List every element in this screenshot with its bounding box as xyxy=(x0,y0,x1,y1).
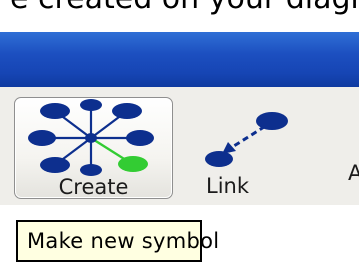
hub-network-icon xyxy=(28,99,154,176)
link-target-node xyxy=(205,151,233,167)
toolbar: Create Link A xyxy=(0,87,359,205)
node-bottom-left xyxy=(40,157,70,173)
hub-node xyxy=(85,133,97,143)
screenshot-stage: e created on your diagram xyxy=(0,0,359,269)
partial-tool-label[interactable]: A xyxy=(348,162,359,184)
tooltip: Make new symbol xyxy=(16,220,219,262)
caption-text: e created on your diagram xyxy=(10,0,359,16)
link-arrow-icon xyxy=(205,112,288,167)
link-button-label: Link xyxy=(206,174,250,198)
caption-strip: e created on your diagram xyxy=(0,0,359,32)
link-button[interactable]: Link xyxy=(190,97,320,197)
create-button-label: Create xyxy=(58,175,129,199)
link-source-node xyxy=(256,112,288,130)
node-left xyxy=(28,130,56,146)
node-right xyxy=(126,130,154,146)
node-top xyxy=(80,99,102,111)
new-node xyxy=(118,156,148,172)
create-button[interactable]: Create xyxy=(14,97,173,199)
node-top-right xyxy=(112,103,142,119)
window-title-bar xyxy=(0,32,359,87)
node-top-left xyxy=(40,103,70,119)
